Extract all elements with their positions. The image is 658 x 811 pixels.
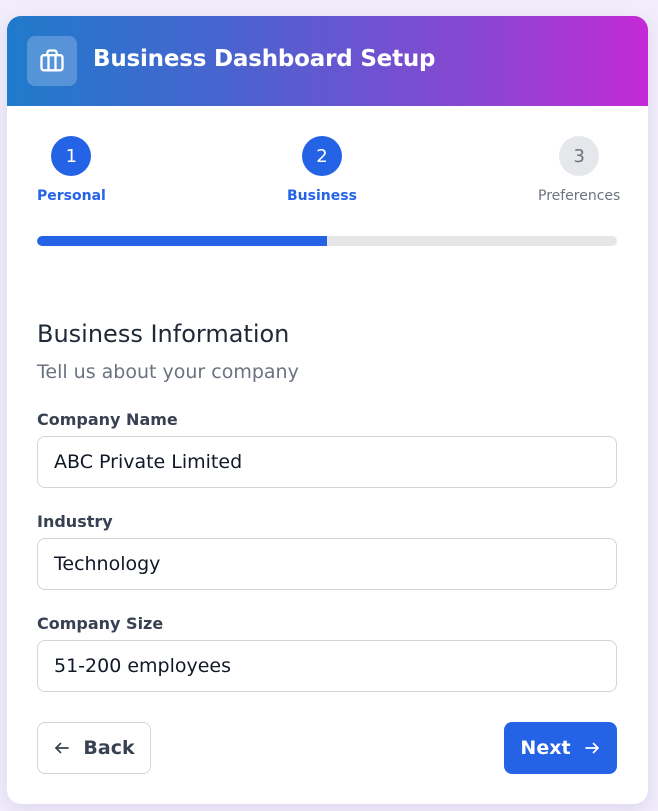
back-button[interactable]: Back [37, 722, 151, 774]
industry-input[interactable] [37, 538, 617, 590]
step-number-3: 3 [559, 136, 600, 176]
step-business[interactable]: 2 Business [287, 136, 357, 204]
step-number-1: 1 [51, 136, 92, 176]
next-button-label: Next [520, 737, 571, 759]
step-preferences[interactable]: 3 Preferences [538, 136, 620, 204]
step-label-business: Business [287, 188, 357, 204]
step-personal[interactable]: 1 Personal [37, 136, 106, 204]
step-label-preferences: Preferences [538, 188, 621, 204]
section-title: Business Information [37, 320, 290, 348]
header-bar: Business Dashboard Setup [7, 16, 648, 106]
back-button-label: Back [83, 737, 135, 759]
briefcase-icon [27, 36, 77, 86]
page-title: Business Dashboard Setup [93, 46, 436, 72]
next-button[interactable]: Next [504, 722, 617, 774]
step-number-2: 2 [301, 136, 342, 176]
arrow-left-icon [53, 739, 71, 757]
industry-label: Industry [37, 512, 113, 531]
company-size-label: Company Size [37, 614, 164, 633]
company-size-input[interactable] [37, 640, 617, 692]
step-label-personal: Personal [37, 188, 106, 204]
arrow-right-icon [583, 739, 601, 757]
section-subtitle: Tell us about your company [37, 361, 299, 383]
setup-card: Business Dashboard Setup 1 Personal 2 Bu… [7, 16, 648, 804]
progress-bar-fill [37, 236, 327, 246]
progress-bar [37, 236, 617, 246]
company-name-input[interactable] [37, 436, 617, 488]
company-name-label: Company Name [37, 410, 178, 429]
